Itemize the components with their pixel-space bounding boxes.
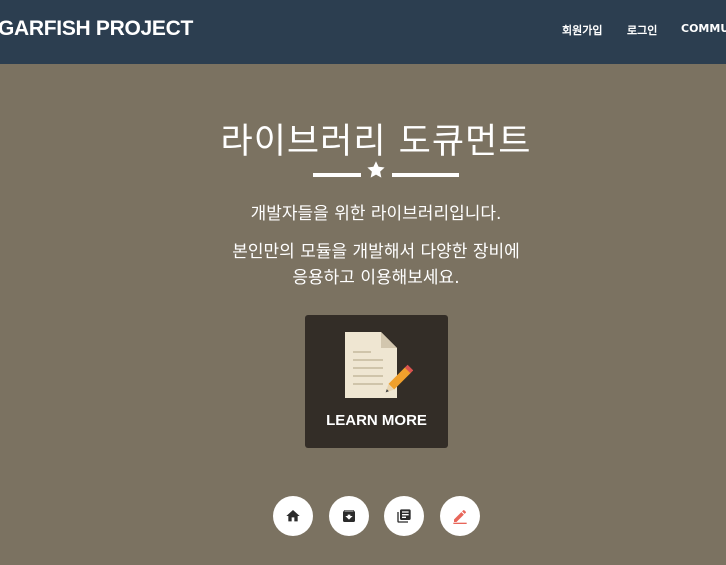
- star-icon: [367, 161, 385, 178]
- learn-more-button[interactable]: LEARN MORE: [305, 315, 448, 448]
- edit-icon: [453, 509, 467, 524]
- library-books-button[interactable]: [384, 496, 424, 536]
- nav-item-community[interactable]: COMMU: [681, 22, 726, 35]
- learn-more-label: LEARN MORE: [326, 412, 427, 429]
- page-title: 라이브러리 도큐먼트: [220, 122, 532, 162]
- nav-item-signup[interactable]: 회원가입: [562, 22, 602, 38]
- divider-line-right: [392, 173, 459, 177]
- home-icon: [286, 510, 300, 522]
- archive-button[interactable]: [329, 496, 369, 536]
- library-books-icon: [397, 509, 411, 523]
- archive-icon: [343, 510, 355, 522]
- home-button[interactable]: [273, 496, 313, 536]
- navbar: GARFISH PROJECT 회원가입 로그인 COMMU: [0, 0, 726, 64]
- hero-description-line-1: 본인만의 모듈을 개발해서 다양한 장비에: [232, 242, 520, 262]
- nav-item-login[interactable]: 로그인: [627, 22, 657, 38]
- hero-description-line-2: 응용하고 이용해보세요.: [292, 268, 460, 288]
- brand-logo-text[interactable]: GARFISH PROJECT: [0, 17, 193, 41]
- divider-line-left: [313, 173, 361, 177]
- hero-subtitle: 개발자들을 위한 라이브러리입니다.: [250, 204, 502, 224]
- document-pencil-icon: [345, 332, 413, 398]
- edit-button[interactable]: [440, 496, 480, 536]
